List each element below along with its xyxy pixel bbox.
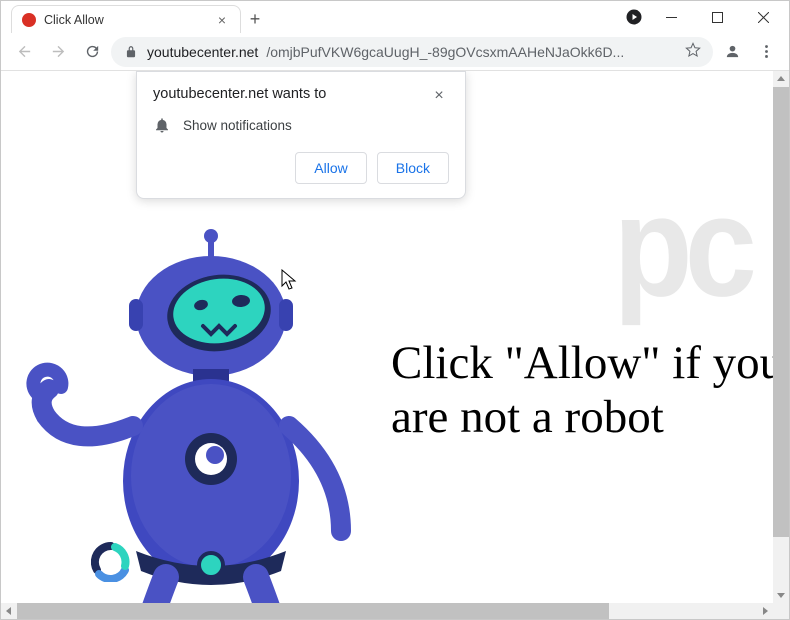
permission-label: Show notifications [183,118,292,133]
titlebar: Click Allow × + [1,1,789,33]
scroll-up-icon[interactable] [773,71,789,87]
media-playing-icon [625,8,643,26]
permission-row: Show notifications [153,116,449,134]
url-path: /omjbPufVKW6gcaUugH_-89gOVcsxmAAHeNJaOkk… [266,44,677,60]
robot-illustration [1,221,351,619]
close-tab-icon[interactable]: × [214,12,230,28]
profile-button[interactable] [717,37,747,67]
content-area: pc [1,71,789,619]
allow-button[interactable]: Allow [295,152,366,184]
lock-icon[interactable] [123,44,139,60]
scroll-track[interactable] [773,87,789,587]
minimize-button[interactable] [649,2,693,32]
maximize-button[interactable] [695,2,739,32]
close-window-button[interactable] [741,2,785,32]
forward-button[interactable] [43,37,73,67]
scroll-down-icon[interactable] [773,587,789,603]
menu-button[interactable] [751,37,781,67]
prompt-actions: Allow Block [153,152,449,184]
close-icon [758,12,769,23]
address-bar[interactable]: youtubecenter.net/omjbPufVKW6gcaUugH_-89… [111,37,713,67]
back-icon [16,43,33,60]
scroll-left-icon[interactable] [1,603,17,619]
window-controls [621,2,785,32]
forward-icon [50,43,67,60]
block-button[interactable]: Block [377,152,449,184]
toolbar: youtubecenter.net/omjbPufVKW6gcaUugH_-89… [1,33,789,71]
menu-icon [758,43,775,60]
close-icon: × [434,87,443,105]
page-headline: Click "Allow" if you are not a robot [391,336,789,444]
horizontal-scrollbar[interactable] [1,603,773,619]
url-domain: youtubecenter.net [147,44,258,60]
maximize-icon [712,12,723,23]
profile-icon [724,43,741,60]
tab-title: Click Allow [44,13,206,27]
back-button[interactable] [9,37,39,67]
tab-strip: Click Allow × + [5,1,621,33]
active-tab[interactable]: Click Allow × [11,5,241,33]
media-control-button[interactable] [621,4,647,30]
scroll-corner [773,603,789,619]
reload-button[interactable] [77,37,107,67]
minimize-icon [666,12,677,23]
favicon-icon [22,13,36,27]
watermark-text: pc [613,164,749,329]
reload-icon [84,43,101,60]
scroll-thumb[interactable] [17,603,609,619]
scroll-right-icon[interactable] [757,603,773,619]
plus-icon: + [250,9,261,30]
browser-window: Click Allow × + [0,0,790,620]
star-icon [685,42,701,58]
scroll-thumb[interactable] [773,87,789,537]
prompt-close-button[interactable]: × [429,86,449,106]
vertical-scrollbar[interactable] [773,71,789,603]
bell-icon [153,116,171,134]
bookmark-button[interactable] [685,42,701,61]
scroll-track[interactable] [17,603,757,619]
permission-prompt: youtubecenter.net wants to × Show notifi… [136,71,466,199]
prompt-origin-text: youtubecenter.net wants to [153,86,326,102]
small-logo-icon [91,542,131,587]
new-tab-button[interactable]: + [241,5,269,33]
